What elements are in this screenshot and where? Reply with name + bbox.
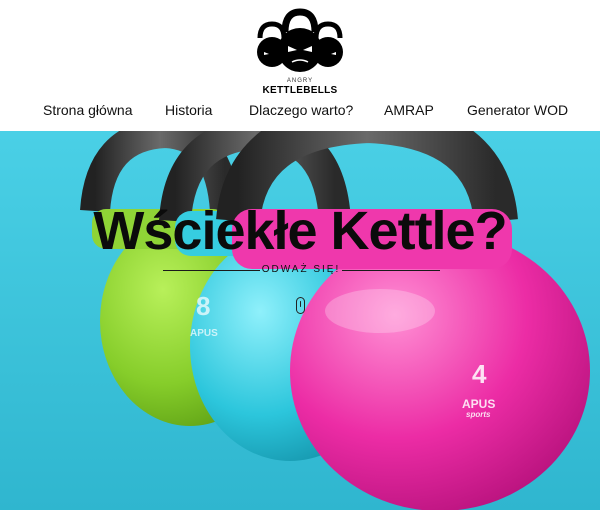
hero-divider-right xyxy=(342,270,440,271)
kettlebell-pink-brand-sub: sports xyxy=(466,410,491,419)
site-header: ANGRY KETTLEBELLS Strona główna Historia… xyxy=(0,0,600,130)
nav-item-history[interactable]: Historia xyxy=(165,102,212,118)
scroll-down-icon[interactable] xyxy=(296,297,305,314)
logo-title: KETTLEBELLS xyxy=(262,85,338,96)
kettlebell-green-brand: APUS xyxy=(190,328,218,339)
site-logo[interactable]: ANGRY KETTLEBELLS xyxy=(252,8,348,98)
nav-item-home[interactable]: Strona główna xyxy=(43,102,133,118)
nav-item-amrap[interactable]: AMRAP xyxy=(384,102,434,118)
main-nav: Strona główna Historia Dlaczego warto? A… xyxy=(0,102,600,124)
nav-item-wod-generator[interactable]: Generator WOD xyxy=(467,102,568,118)
hero-title: Wściekłe Kettle? xyxy=(93,201,507,261)
kettlebell-green-weight: 8 xyxy=(196,291,211,321)
scroll-wheel-dot xyxy=(299,301,301,307)
hero-divider-left xyxy=(163,270,260,271)
nav-item-why[interactable]: Dlaczego warto? xyxy=(249,102,353,118)
kettlebell-pink-brand: APUS xyxy=(462,397,496,411)
hero-kettlebells-image xyxy=(0,131,600,510)
kettlebell-pink-weight: 4 xyxy=(472,359,487,389)
logo-subtitle: ANGRY xyxy=(286,78,314,84)
kettlebell-logo-icon xyxy=(257,8,343,72)
hero-section: 8 APUS 4 APUS sports Wściekłe Kettle? OD… xyxy=(0,131,600,510)
hero-subtitle: ODWAŻ SIĘ! xyxy=(261,264,341,275)
